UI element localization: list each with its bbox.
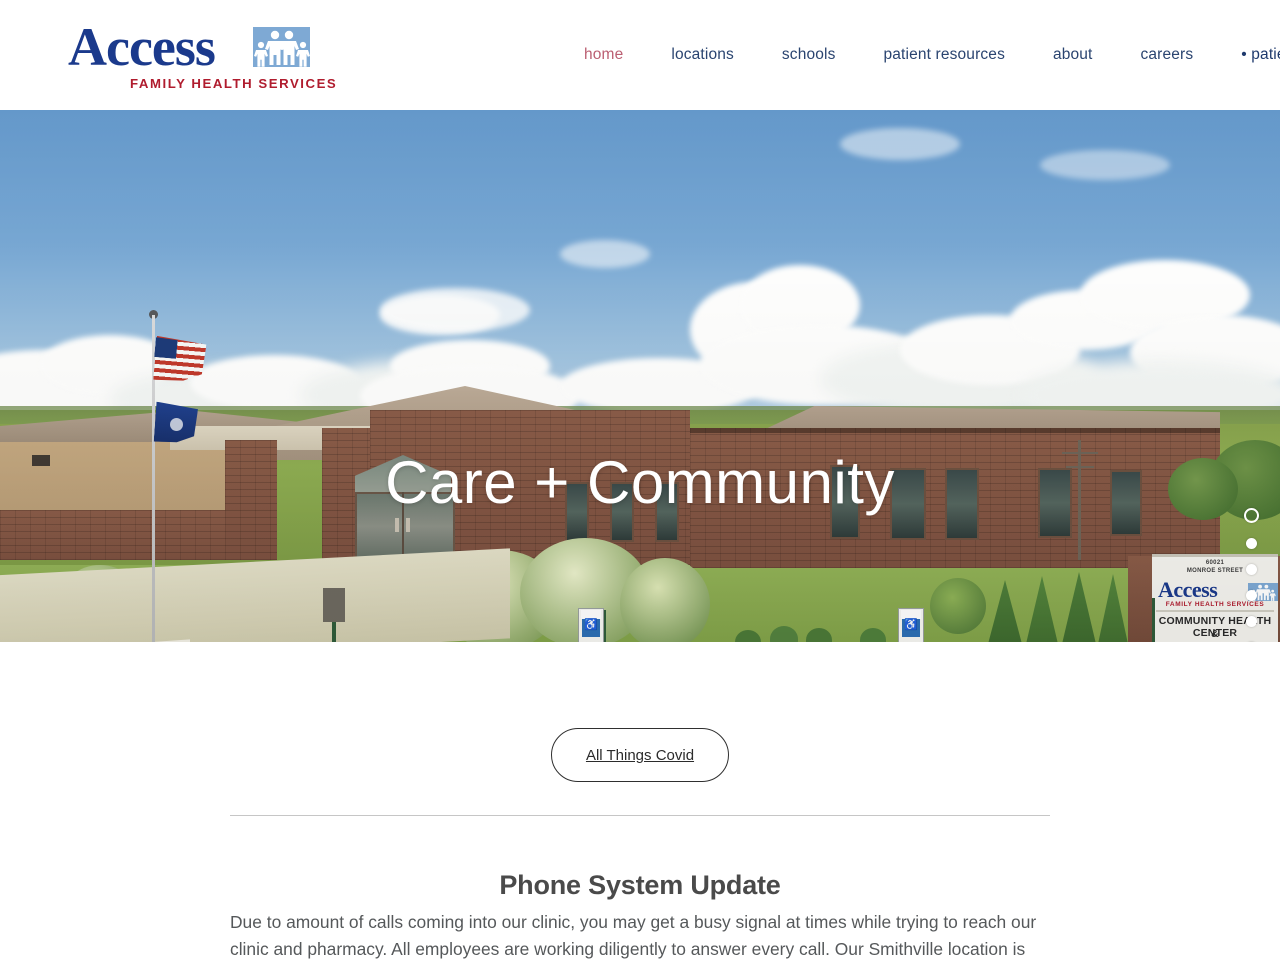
slider-dot-4[interactable] bbox=[1246, 590, 1257, 601]
wheelchair-icon: ♿ bbox=[582, 619, 600, 637]
sign-address-line2: MONROE STREET bbox=[1186, 568, 1244, 574]
nav-item-schools[interactable]: schools bbox=[758, 44, 860, 66]
sign-tagline: FAMILY HEALTH SERVICES bbox=[1165, 601, 1265, 608]
logo-wordmark: Access bbox=[68, 17, 216, 77]
parking-sign-board: ♿ bbox=[898, 608, 924, 642]
site-header: Access FAMILY HEALTH SERVICES home locat… bbox=[0, 0, 1280, 110]
cloud bbox=[1040, 150, 1170, 180]
wheelchair-icon: ♿ bbox=[902, 619, 920, 637]
reserved-parking-post bbox=[1152, 598, 1155, 642]
eave-shadow bbox=[690, 428, 1220, 433]
sign-line2: VETERAN'S CLINIC bbox=[1152, 640, 1278, 642]
family-silhouette-icon bbox=[253, 27, 310, 67]
state-flag-seal bbox=[170, 418, 183, 431]
page-title: Phone System Update bbox=[499, 870, 781, 901]
flowering-shrub bbox=[620, 558, 710, 642]
site-logo[interactable]: Access FAMILY HEALTH SERVICES bbox=[68, 17, 336, 94]
parking-sign-board: ♿ bbox=[578, 608, 604, 642]
nav-item-careers[interactable]: careers bbox=[1117, 44, 1218, 66]
nav-item-patient-portal[interactable]: • patient portal • bbox=[1217, 44, 1280, 66]
us-flag-canton bbox=[154, 337, 178, 359]
logo-tagline: FAMILY HEALTH SERVICES bbox=[130, 76, 338, 91]
hero-image: ♿ ♿ ♿ ♿ ♿ bbox=[0, 110, 1280, 642]
hero-slider: ♿ ♿ ♿ ♿ ♿ bbox=[0, 110, 1280, 642]
announcement-body: Due to amount of calls coming into our c… bbox=[230, 912, 1037, 960]
main-navigation: home locations schools patient resources… bbox=[560, 44, 1280, 66]
nav-item-about[interactable]: about bbox=[1029, 44, 1117, 66]
monument-sign: 60021 MONROE STREET Access FAMILY HEALTH… bbox=[1152, 554, 1278, 642]
door-handle-left bbox=[395, 518, 399, 532]
nav-item-patient-resources[interactable]: patient resources bbox=[860, 44, 1029, 66]
cloud bbox=[840, 128, 960, 160]
page-root: Access FAMILY HEALTH SERVICES home locat… bbox=[0, 0, 1280, 960]
slider-dot-2[interactable] bbox=[1246, 538, 1257, 549]
slider-dot-1[interactable] bbox=[1244, 508, 1259, 523]
shrub bbox=[930, 578, 986, 634]
door-handle-right bbox=[406, 518, 410, 532]
section-divider bbox=[230, 815, 1050, 816]
sign-amp: & bbox=[1211, 628, 1219, 640]
cta-container: All Things Covid bbox=[0, 728, 1280, 782]
nav-item-home[interactable]: home bbox=[560, 44, 647, 66]
slider-dot-5[interactable] bbox=[1246, 616, 1257, 627]
cloud bbox=[560, 240, 650, 268]
slider-pagination bbox=[1244, 508, 1259, 642]
slider-dot-3[interactable] bbox=[1246, 564, 1257, 575]
nav-item-locations[interactable]: locations bbox=[647, 44, 758, 66]
utility-cabinet bbox=[323, 588, 345, 622]
all-things-covid-button[interactable]: All Things Covid bbox=[550, 728, 730, 782]
hero-title: Care + Community bbox=[385, 449, 895, 516]
cloud bbox=[380, 288, 530, 332]
sign-address-line1: 60021 bbox=[1205, 560, 1225, 566]
